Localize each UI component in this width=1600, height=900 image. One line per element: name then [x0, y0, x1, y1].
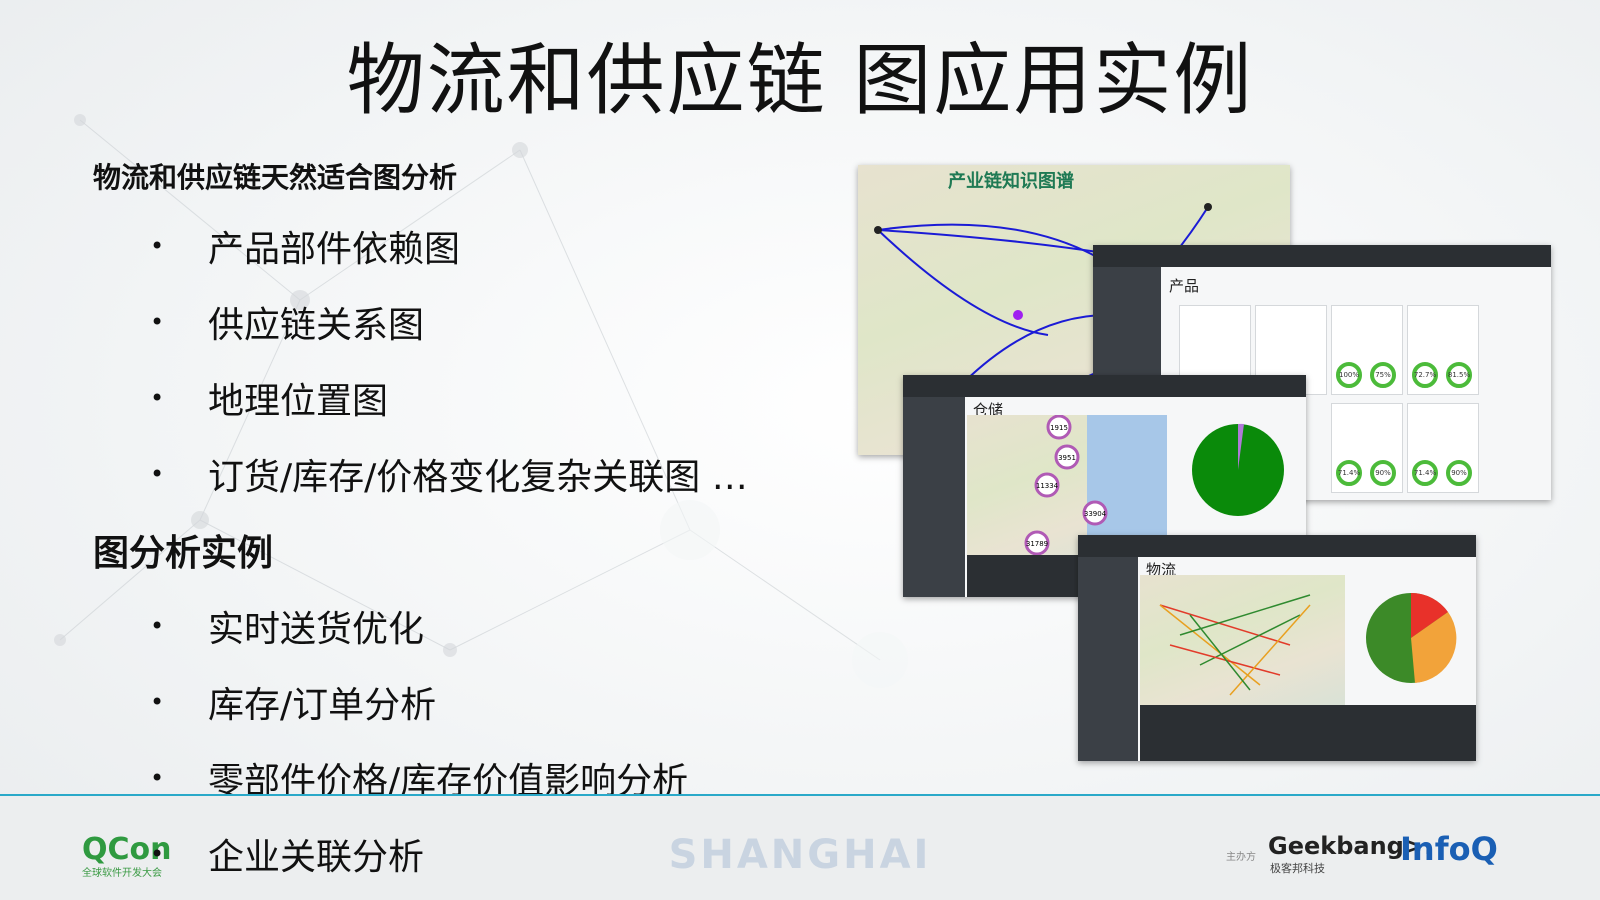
bullet-dot-icon: • — [150, 764, 165, 792]
product-card: 71.4% 90% — [1407, 403, 1479, 493]
bullet-text: 企业关联分析 — [208, 837, 425, 878]
bullet-text: 产品部件依赖图 — [208, 229, 461, 270]
svg-text:33904: 33904 — [1084, 510, 1107, 518]
bullet-dot-icon: • — [150, 460, 165, 488]
warehouse-cluster-marker: 31789 — [1024, 530, 1050, 556]
product-panel-label: 产品 — [1169, 277, 1200, 295]
geekbang-subtitle: 极客邦科技 — [1270, 862, 1325, 875]
product-card: 72.7% 81.5% — [1407, 305, 1479, 395]
warehouse-map: 1915 3951 11334 33904 31789 — [967, 414, 1167, 556]
warehouse-pie-chart — [1192, 423, 1284, 516]
percent-ring: 75% — [1370, 362, 1396, 388]
logistics-table — [1140, 705, 1476, 761]
window-titlebar — [1078, 535, 1476, 557]
section-heading-graph-suitability: 物流和供应链天然适合图分析 — [93, 161, 458, 194]
logistics-pie-chart — [1366, 592, 1457, 683]
bullet-item: • 实时送货优化 — [150, 600, 424, 652]
bullet-item: • 企业关联分析 — [150, 828, 424, 880]
bullet-text: 订货/库存/价格变化复杂关联图 … — [208, 457, 748, 498]
bullet-item: • 地理位置图 — [150, 372, 388, 424]
bullet-item: • 产品部件依赖图 — [150, 220, 460, 272]
product-card: 71.4% 90% — [1331, 403, 1403, 493]
bullet-dot-icon: • — [150, 308, 165, 336]
bullet-item: • 供应链关系图 — [150, 296, 424, 348]
logistics-route-map — [1140, 575, 1345, 705]
percent-ring: 100% — [1336, 362, 1362, 388]
section-heading-examples: 图分析实例 — [93, 533, 274, 574]
product-card: 100% 75% — [1331, 305, 1403, 395]
bullet-text: 实时送货优化 — [208, 609, 425, 650]
warehouse-markers: 1915 3951 11334 33904 31789 — [1024, 414, 1167, 556]
percent-ring: 90% — [1370, 460, 1396, 486]
bullet-dot-icon: • — [150, 688, 165, 716]
bullet-item: • 库存/订单分析 — [150, 676, 436, 728]
bullet-text: 供应链关系图 — [208, 305, 425, 346]
percent-ring: 71.4% — [1412, 460, 1438, 486]
percent-ring: 81.5% — [1446, 362, 1472, 388]
svg-text:3951: 3951 — [1058, 454, 1076, 462]
bullet-dot-icon: • — [150, 232, 165, 260]
svg-text:1915: 1915 — [1050, 424, 1068, 432]
filter-sidebar — [903, 397, 965, 597]
warehouse-cluster-marker: 11334 — [1034, 472, 1060, 498]
svg-text:31789: 31789 — [1026, 540, 1048, 548]
bullet-item: • 订货/库存/价格变化复杂关联图 … — [150, 448, 748, 500]
window-titlebar — [903, 375, 1306, 397]
logistics-dashboard-screenshot: 物流 — [1078, 535, 1476, 761]
screenshot-collage: 产业链知识图谱 产品 100% 75% 72.7% 81.5% 71.4% 90… — [858, 165, 1600, 780]
warehouse-cluster-marker: 3951 — [1054, 444, 1080, 470]
bullet-text: 库存/订单分析 — [208, 685, 437, 726]
percent-ring: 72.7% — [1412, 362, 1438, 388]
logistics-routes — [1159, 594, 1311, 696]
svg-text:11334: 11334 — [1036, 482, 1059, 490]
host-label: 主办方 — [1226, 852, 1256, 863]
warehouse-cluster-marker: 1915 — [1046, 414, 1072, 440]
infoq-logo: InfoQ — [1400, 830, 1498, 868]
slide-title: 物流和供应链 图应用实例 — [346, 36, 1254, 126]
warehouse-cluster-marker: 33904 — [1082, 500, 1108, 526]
filter-sidebar — [1078, 557, 1138, 761]
bullet-dot-icon: • — [150, 840, 165, 868]
bullet-dot-icon: • — [150, 612, 165, 640]
bullet-text: 地理位置图 — [208, 381, 389, 422]
window-titlebar — [1093, 245, 1551, 267]
percent-ring: 71.4% — [1336, 460, 1362, 486]
bullet-dot-icon: • — [150, 384, 165, 412]
percent-ring: 90% — [1446, 460, 1472, 486]
